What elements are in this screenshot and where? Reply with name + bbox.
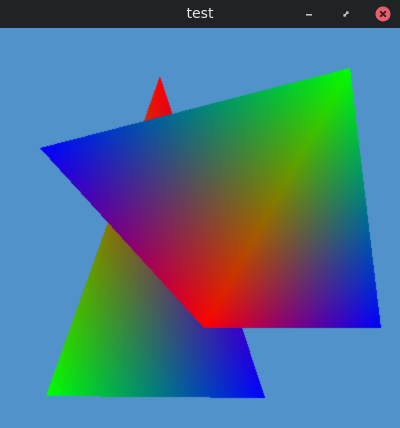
- close-icon: [375, 6, 391, 22]
- maximize-icon: [343, 11, 349, 17]
- render-canvas[interactable]: [0, 28, 400, 428]
- maximize-button[interactable]: [338, 6, 354, 22]
- title-bar[interactable]: test: [0, 0, 400, 28]
- minimize-icon: [306, 14, 312, 16]
- close-button[interactable]: [375, 6, 391, 22]
- app-window: test: [0, 0, 400, 428]
- minimize-button[interactable]: [301, 6, 317, 22]
